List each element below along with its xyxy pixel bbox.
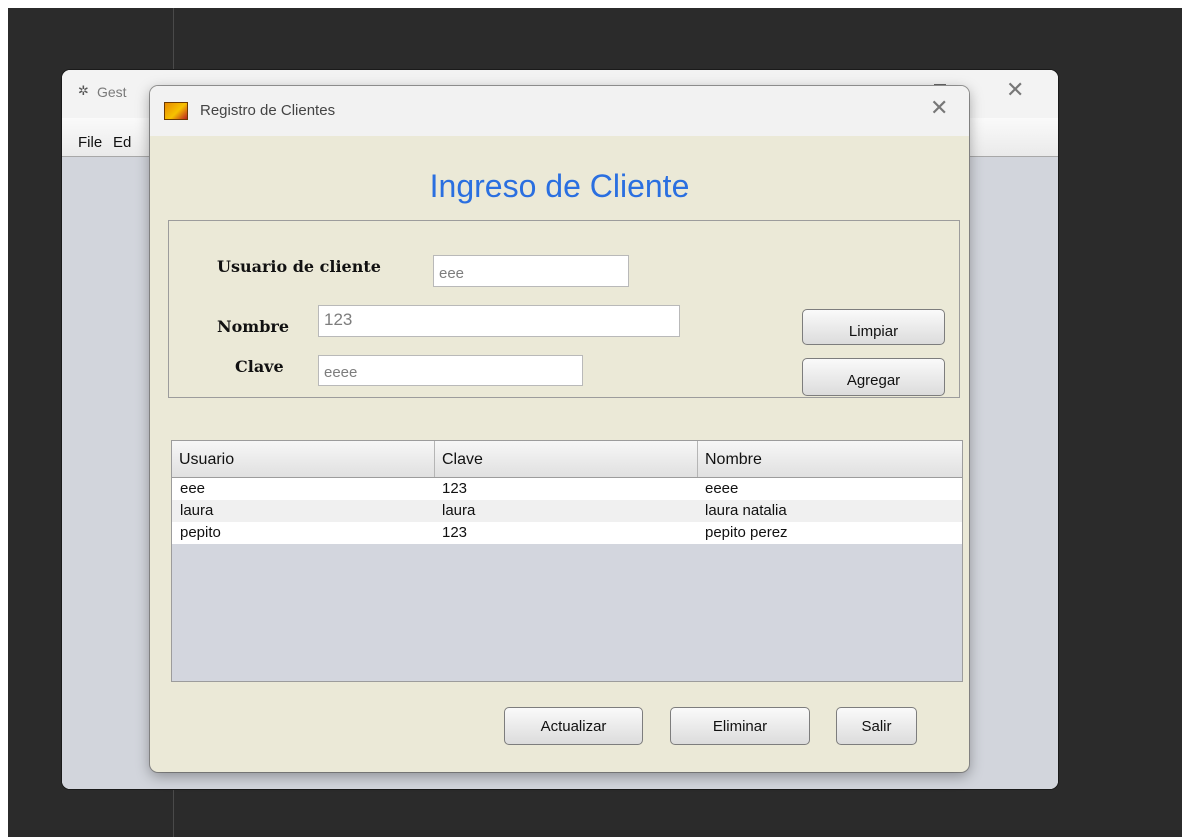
cell-usuario: laura (180, 502, 214, 519)
menu-edit[interactable]: Ed (113, 134, 131, 151)
cell-clave: 123 (442, 480, 468, 497)
form-panel: Usuario de cliente eee Nombre 123 Clave … (168, 220, 960, 398)
clientes-table[interactable]: Usuario Clave Nombre eee 123 eeee laura … (171, 440, 963, 682)
java-icon (164, 102, 188, 120)
parent-window-title: Gest (97, 84, 127, 100)
registro-dialog: Registro de Clientes ✕ Ingreso de Client… (150, 86, 969, 772)
clave-label: Clave (235, 357, 284, 376)
dialog-titlebar: Registro de Clientes ✕ (150, 86, 969, 136)
clave-field[interactable]: eeee (318, 355, 583, 386)
cell-nombre: pepito perez (705, 524, 788, 541)
page-title: Ingreso de Cliente (429, 168, 690, 204)
usuario-label: Usuario de cliente (217, 257, 381, 276)
table-row[interactable]: pepito 123 pepito perez (172, 522, 962, 544)
close-icon[interactable]: ✕ (1006, 78, 1024, 103)
actualizar-button[interactable]: Actualizar (504, 707, 643, 745)
table-body: eee 123 eeee laura laura laura natalia p… (172, 478, 962, 544)
cell-nombre: eeee (705, 480, 739, 497)
eliminar-button[interactable]: Eliminar (670, 707, 810, 745)
cell-clave: laura (442, 502, 476, 519)
app-icon: ✲ (78, 84, 89, 99)
menu-file[interactable]: File (78, 134, 102, 151)
cell-nombre: laura natalia (705, 502, 787, 519)
table-row[interactable]: eee 123 eeee (172, 478, 962, 500)
cell-clave: 123 (442, 524, 468, 541)
nombre-label: Nombre (217, 317, 290, 336)
column-header-clave[interactable]: Clave (434, 441, 697, 477)
close-icon[interactable]: ✕ (930, 96, 948, 121)
column-header-usuario[interactable]: Usuario (172, 441, 434, 477)
limpiar-button[interactable]: Limpiar (802, 309, 945, 345)
cell-usuario: eee (180, 480, 206, 497)
salir-button[interactable]: Salir (836, 707, 917, 745)
usuario-field[interactable]: eee (433, 255, 629, 287)
nombre-field[interactable]: 123 (318, 305, 680, 337)
table-header: Usuario Clave Nombre (172, 441, 962, 478)
dialog-title: Registro de Clientes (200, 102, 336, 119)
table-row[interactable]: laura laura laura natalia (172, 500, 962, 522)
agregar-button[interactable]: Agregar (802, 358, 945, 396)
column-header-nombre[interactable]: Nombre (697, 441, 962, 477)
cell-usuario: pepito (180, 524, 221, 541)
